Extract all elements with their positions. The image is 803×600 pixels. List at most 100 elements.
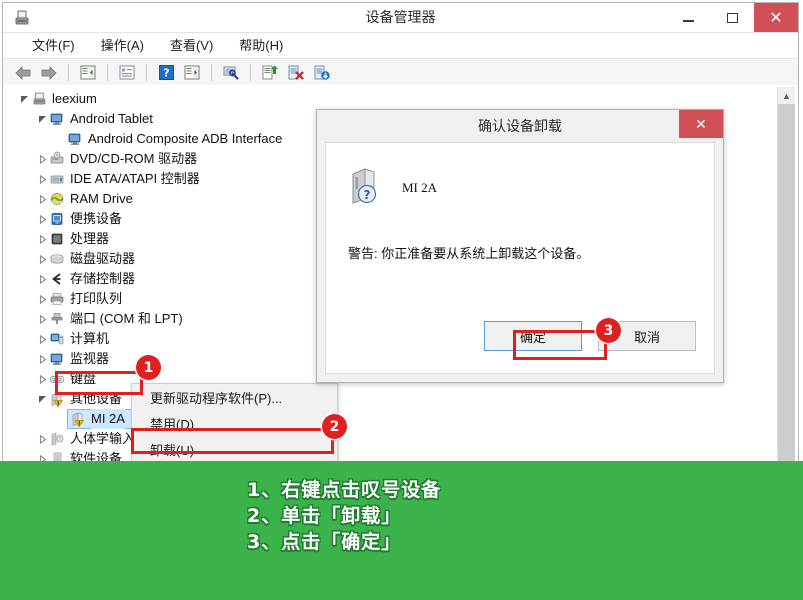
chevron-right-icon[interactable] — [36, 249, 49, 269]
instruction-step-1: 1、右键点击叹号设备 — [247, 479, 442, 501]
toolbar-separator — [250, 64, 251, 81]
tree-item-label: 磁盘驱动器 — [70, 251, 136, 266]
svg-text:?: ? — [163, 67, 169, 80]
show-hidden-icon[interactable] — [180, 62, 204, 84]
dialog-warning-text: 警告: 你正准备要从系统上卸载这个设备。 — [348, 246, 590, 261]
menu-action[interactable]: 操作(A) — [88, 35, 157, 57]
tree-view-icon[interactable] — [76, 62, 100, 84]
chevron-right-icon[interactable] — [36, 349, 49, 369]
tree-item[interactable]: ! MI 2A — [10, 409, 774, 429]
monitor2-icon — [49, 351, 66, 367]
selected-device[interactable]: ! MI 2A — [67, 409, 132, 429]
tree-item-label: MI 2A — [91, 409, 125, 429]
chevron-down-icon[interactable] — [18, 89, 31, 109]
dialog-title-bar: 确认设备卸载 ✕ — [317, 110, 723, 142]
help-icon[interactable]: ? — [154, 62, 178, 84]
tree-item-label: 处理器 — [70, 231, 110, 246]
chevron-right-icon[interactable] — [36, 209, 49, 229]
window-controls: ✕ — [666, 3, 798, 32]
chevron-right-icon[interactable] — [36, 309, 49, 329]
dialog-title: 确认设备卸载 — [478, 118, 562, 134]
back-arrow-icon[interactable] — [11, 62, 35, 84]
scrollbar-thumb[interactable] — [778, 104, 795, 494]
tree-item-label: DVD/CD-ROM 驱动器 — [70, 151, 198, 166]
tree-item-label: 存储控制器 — [70, 271, 136, 286]
port-icon — [49, 311, 66, 327]
instruction-steps: 1、右键点击叹号设备 2、单击「卸载」 3、点击「确定」 — [247, 477, 441, 555]
update-driver-icon[interactable] — [258, 62, 282, 84]
computer-icon — [31, 91, 48, 107]
tree-item-label: IDE ATA/ATAPI 控制器 — [70, 171, 200, 186]
tree-item-label: leexium — [52, 91, 97, 106]
menu-bar: 文件(F) 操作(A) 查看(V) 帮助(H) — [3, 33, 798, 59]
close-button[interactable]: ✕ — [754, 3, 798, 32]
annotation-box-ok — [513, 330, 607, 360]
chevron-right-icon[interactable] — [36, 289, 49, 309]
instruction-step-2: 2、单击「卸载」 — [247, 505, 402, 527]
toolbar-separator — [68, 64, 69, 81]
chevron-right-icon[interactable] — [36, 149, 49, 169]
annotation-badge-3: 3 — [596, 318, 621, 343]
chevron-down-icon[interactable] — [36, 109, 49, 129]
dialog-device-row: ? MI 2A — [348, 165, 437, 210]
warning-device-icon: ! — [70, 411, 87, 427]
maximize-button[interactable] — [710, 3, 754, 32]
chevron-right-icon[interactable] — [36, 269, 49, 289]
ctx-update-driver[interactable]: 更新驱动程序软件(P)... — [132, 386, 337, 412]
instruction-step-3: 3、点击「确定」 — [247, 531, 402, 553]
annotation-box-device — [55, 371, 143, 395]
toolbar-separator — [107, 64, 108, 81]
dialog-close-button[interactable]: ✕ — [679, 110, 723, 138]
dialog-device-name: MI 2A — [402, 179, 438, 195]
toolbar-separator — [146, 64, 147, 81]
annotation-badge-2: 2 — [322, 414, 347, 439]
tree-item-label: 计算机 — [70, 331, 110, 346]
disk-icon — [49, 251, 66, 267]
forward-arrow-icon[interactable] — [37, 62, 61, 84]
uninstall-device-icon[interactable] — [284, 62, 308, 84]
minimize-button[interactable] — [666, 3, 710, 32]
hid-icon — [49, 431, 66, 447]
cpu-icon — [49, 231, 66, 247]
tree-item[interactable]: 人体学输入设备 — [10, 429, 774, 449]
monitor-icon — [67, 131, 84, 147]
menu-file[interactable]: 文件(F) — [19, 35, 88, 57]
unknown-device-icon: ? — [348, 165, 384, 210]
storage-icon — [49, 271, 66, 287]
toolbar-separator — [211, 64, 212, 81]
ramdrive-icon — [49, 191, 66, 207]
chevron-right-icon[interactable] — [36, 369, 49, 389]
chevron-right-icon[interactable] — [36, 169, 49, 189]
tree-item-label: 便携设备 — [70, 211, 123, 226]
screenshot-root: 设备管理器 ✕ 文件(F) 操作(A) 查看(V) 帮助(H) ? leexiu… — [0, 0, 803, 600]
instruction-banner: 1、右键点击叹号设备 2、单击「卸载」 3、点击「确定」 — [0, 461, 803, 600]
tree-item-label: 监视器 — [70, 351, 110, 366]
annotation-badge-1: 1 — [136, 355, 161, 380]
install-device-icon[interactable] — [310, 62, 334, 84]
printer-icon — [49, 291, 66, 307]
chevron-down-icon[interactable] — [36, 389, 49, 409]
scroll-up-icon[interactable]: ▲ — [778, 87, 795, 104]
annotation-box-uninstall — [131, 428, 334, 454]
menu-help[interactable]: 帮助(H) — [226, 35, 296, 57]
svg-text:!: ! — [57, 401, 60, 407]
scan-hardware-icon[interactable] — [219, 62, 243, 84]
tree-item-label: Android Tablet — [70, 111, 153, 126]
chevron-right-icon[interactable] — [36, 329, 49, 349]
chevron-right-icon[interactable] — [36, 189, 49, 209]
svg-text:!: ! — [78, 421, 81, 427]
properties-icon[interactable] — [115, 62, 139, 84]
dvd-icon — [49, 151, 66, 167]
chevron-right-icon[interactable] — [36, 229, 49, 249]
monitor-icon — [49, 111, 66, 127]
tree-item-label: Android Composite ADB Interface — [88, 131, 283, 146]
ide-icon — [49, 171, 66, 187]
tree-item[interactable]: leexium — [10, 89, 774, 109]
toolbar: ? — [3, 59, 798, 87]
title-bar: 设备管理器 ✕ — [3, 3, 798, 33]
tree-item-label: 端口 (COM 和 LPT) — [70, 311, 183, 326]
menu-view[interactable]: 查看(V) — [157, 35, 226, 57]
chevron-right-icon[interactable] — [36, 429, 49, 449]
